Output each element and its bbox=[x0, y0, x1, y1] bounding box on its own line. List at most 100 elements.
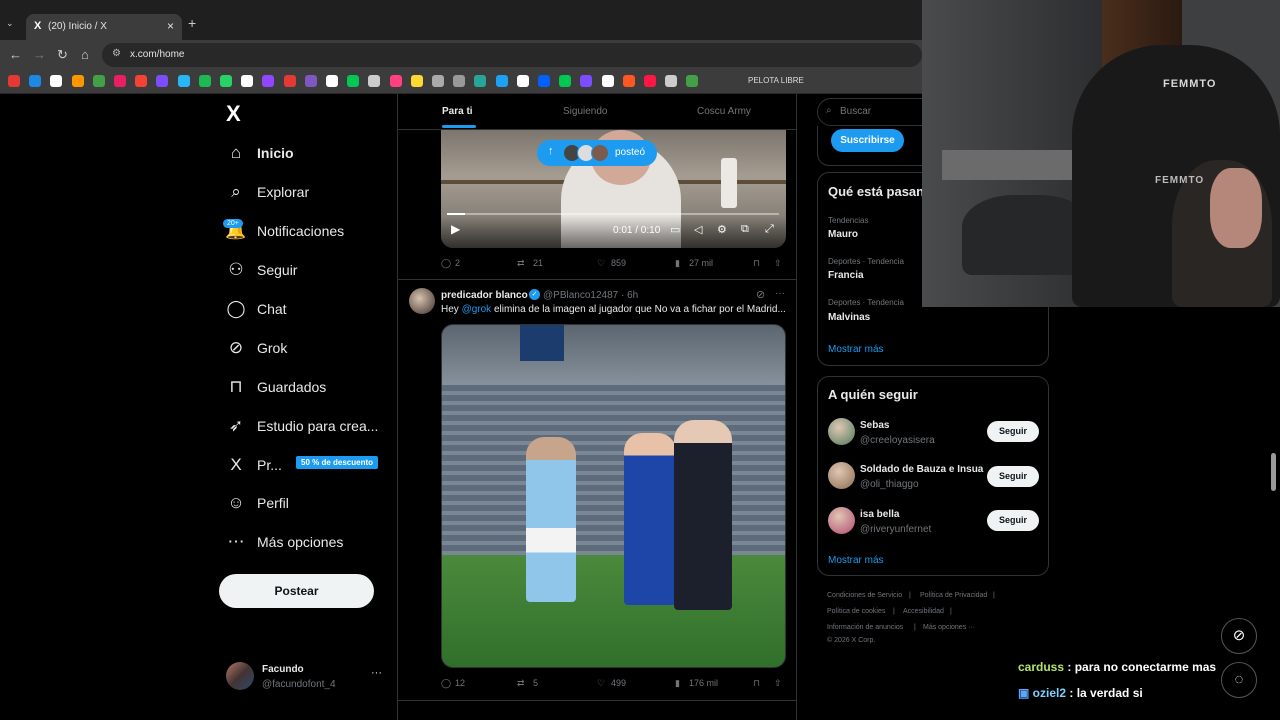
bookmark-icon[interactable] bbox=[644, 75, 656, 87]
forward-icon[interactable]: → bbox=[33, 47, 46, 62]
settings-icon[interactable]: ⚙ bbox=[717, 223, 727, 236]
repost-icon[interactable]: ⇄ bbox=[517, 258, 525, 269]
subscribe-button[interactable]: Suscribirse bbox=[831, 129, 904, 152]
nav-item-chat[interactable]: ◯ Chat bbox=[225, 298, 395, 324]
picture-in-picture-icon[interactable]: ⧉ bbox=[741, 223, 749, 236]
play-icon[interactable]: ▶ bbox=[451, 222, 460, 236]
like-icon[interactable]: ♡ bbox=[597, 678, 605, 689]
bookmark-icon[interactable] bbox=[410, 75, 423, 87]
post-button[interactable]: Postear bbox=[219, 574, 374, 608]
volume-icon[interactable]: ◁ bbox=[694, 223, 702, 236]
bookmark-icon[interactable] bbox=[220, 75, 232, 87]
show-more-follow-link[interactable]: Mostrar más bbox=[828, 555, 884, 566]
bookmark-icon[interactable] bbox=[665, 75, 678, 87]
browser-tab[interactable]: X (20) Inicio / X × bbox=[26, 14, 182, 40]
bookmark-icon[interactable] bbox=[326, 75, 338, 87]
nav-item-notificaciones[interactable]: 🔔 Notificaciones bbox=[225, 220, 395, 246]
bookmark-icon[interactable] bbox=[601, 75, 614, 87]
nav-item-inicio[interactable]: ⌂ Inicio bbox=[225, 142, 395, 168]
bookmark-icon[interactable] bbox=[347, 75, 360, 87]
share-icon[interactable]: ⇧ bbox=[774, 678, 782, 689]
bookmark-icon[interactable] bbox=[29, 75, 42, 87]
bookmark-icon[interactable] bbox=[114, 75, 126, 87]
bookmark-icon[interactable] bbox=[92, 75, 105, 87]
x-logo-icon[interactable]: X bbox=[226, 101, 241, 127]
home-browser-icon[interactable]: ⌂ bbox=[81, 47, 89, 62]
suggestion-name[interactable]: isa bella bbox=[860, 509, 899, 520]
bookmark-icon[interactable] bbox=[198, 75, 211, 87]
messages-float-icon[interactable]: ◌ bbox=[1221, 662, 1257, 698]
avatar[interactable] bbox=[409, 288, 435, 314]
video-progress-bar[interactable] bbox=[447, 213, 779, 215]
trend-item[interactable]: Mauro bbox=[828, 229, 858, 240]
footer-terms-link[interactable]: Condiciones de Servicio bbox=[827, 592, 902, 599]
footer-ads-link[interactable]: Información de anuncios bbox=[827, 624, 903, 631]
bookmark-icon[interactable] bbox=[516, 75, 529, 87]
more-icon[interactable]: ··· bbox=[371, 667, 382, 679]
bookmark-icon[interactable] bbox=[432, 75, 444, 87]
new-posts-pill[interactable]: ↑ posteó bbox=[537, 140, 657, 166]
bookmark-icon[interactable] bbox=[241, 75, 254, 87]
tweet-author-name[interactable]: predicador blanco bbox=[441, 290, 528, 301]
bookmark-icon[interactable] bbox=[135, 75, 148, 87]
show-more-trends-link[interactable]: Mostrar más bbox=[828, 344, 884, 355]
grok-float-icon[interactable]: ⊘ bbox=[1221, 618, 1257, 654]
mention-link[interactable]: @grok bbox=[462, 304, 492, 315]
bookmark-icon[interactable] bbox=[304, 75, 317, 87]
nav-item-grok[interactable]: ⊘ Grok bbox=[225, 337, 395, 363]
trend-item[interactable]: Malvinas bbox=[828, 312, 870, 323]
avatar[interactable] bbox=[828, 507, 855, 534]
bookmark-icon[interactable] bbox=[389, 75, 402, 87]
bookmark-icon[interactable] bbox=[368, 75, 381, 87]
footer-more-link[interactable]: Más opciones ··· bbox=[923, 624, 975, 631]
bookmark-icon[interactable] bbox=[177, 75, 190, 87]
bookmark-icon[interactable] bbox=[50, 75, 63, 87]
tab-close-icon[interactable]: × bbox=[167, 19, 174, 33]
url-field[interactable]: ⚙ x.com/home bbox=[102, 43, 922, 67]
bookmark-icon[interactable] bbox=[495, 75, 508, 87]
tab-coscu-army[interactable]: Coscu Army bbox=[697, 106, 751, 117]
bookmark-icon[interactable]: ⊓ bbox=[753, 258, 760, 269]
bookmark-icon[interactable] bbox=[156, 75, 169, 87]
footer-cookies-link[interactable]: Política de cookies bbox=[827, 608, 885, 615]
tab-siguiendo[interactable]: Siguiendo bbox=[563, 106, 607, 117]
bookmark-icon[interactable] bbox=[453, 75, 466, 87]
share-icon[interactable]: ⇧ bbox=[774, 258, 782, 269]
page-scrollbar[interactable] bbox=[1271, 453, 1276, 491]
more-icon[interactable]: ··· bbox=[775, 288, 785, 299]
repost-icon[interactable]: ⇄ bbox=[517, 678, 525, 689]
trend-item[interactable]: Francia bbox=[828, 270, 864, 281]
site-info-icon[interactable]: ⚙ bbox=[112, 48, 121, 59]
views-icon[interactable]: ▮ bbox=[675, 258, 680, 269]
new-tab-icon[interactable]: + bbox=[188, 15, 196, 31]
bookmark-icon[interactable]: ⊓ bbox=[753, 678, 760, 689]
captions-icon[interactable]: ▭ bbox=[670, 223, 680, 236]
fullscreen-icon[interactable]: ⤢ bbox=[765, 223, 774, 236]
nav-item-explorar[interactable]: ⌕ Explorar bbox=[225, 181, 395, 207]
bookmark-icon[interactable] bbox=[262, 75, 275, 87]
grok-icon[interactable]: ⊘ bbox=[756, 288, 765, 301]
footer-privacy-link[interactable]: Política de Privacidad bbox=[920, 592, 987, 599]
back-icon[interactable]: ← bbox=[9, 47, 22, 62]
footer-accessibility-link[interactable]: Accesibilidad bbox=[903, 608, 944, 615]
follow-button[interactable]: Seguir bbox=[987, 421, 1039, 442]
bookmark-icon[interactable] bbox=[8, 75, 20, 87]
account-switcher[interactable]: Facundo @facundofont_4 ··· bbox=[226, 662, 386, 692]
tab-search-chevron-icon[interactable]: ⌄ bbox=[6, 18, 14, 29]
bookmark-icon[interactable] bbox=[686, 75, 699, 87]
bookmark-icon[interactable] bbox=[538, 75, 550, 87]
bookmark-icon[interactable] bbox=[71, 75, 84, 87]
follow-button[interactable]: Seguir bbox=[987, 466, 1039, 487]
avatar[interactable] bbox=[828, 462, 855, 489]
tweet-image[interactable] bbox=[441, 324, 786, 668]
reload-icon[interactable]: ↻ bbox=[57, 47, 68, 63]
nav-item-estudio[interactable]: ➶ Estudio para crea... bbox=[225, 415, 395, 441]
views-icon[interactable]: ▮ bbox=[675, 678, 680, 689]
nav-item-perfil[interactable]: ☺ Perfil bbox=[225, 492, 395, 518]
reply-icon[interactable]: ◯ bbox=[441, 258, 451, 269]
bookmark-icon[interactable] bbox=[474, 75, 487, 87]
like-icon[interactable]: ♡ bbox=[597, 258, 605, 269]
bookmark-icon[interactable] bbox=[283, 75, 296, 87]
reply-icon[interactable]: ◯ bbox=[441, 678, 451, 689]
nav-item-más[interactable]: ⋯ Más opciones bbox=[225, 531, 395, 557]
